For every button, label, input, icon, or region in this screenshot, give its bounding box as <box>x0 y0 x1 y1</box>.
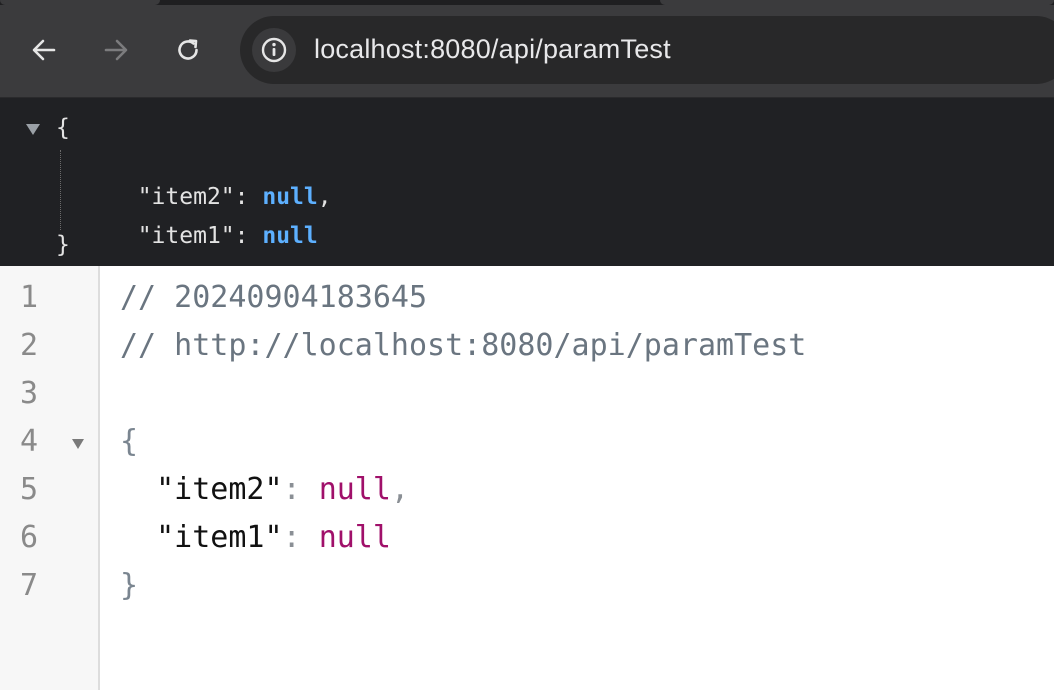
arrow-left-icon <box>32 39 56 61</box>
forward-button[interactable] <box>94 28 138 72</box>
line-number: 4 <box>20 424 39 459</box>
json-value-null: null <box>262 223 318 249</box>
json-key: "item1" <box>137 223 235 249</box>
line-number: 2 <box>20 328 39 363</box>
line-number: 6 <box>20 520 39 555</box>
address-bar[interactable]: localhost:8080/api/paramTest <box>240 16 1054 84</box>
code-key: "item1" <box>156 520 283 555</box>
site-info-button[interactable] <box>252 28 296 72</box>
line-number: 1 <box>20 280 39 315</box>
code-colon: : <box>282 520 319 555</box>
json-colon: : <box>234 223 263 249</box>
code-entry-item1: "item1": null <box>120 514 391 562</box>
info-icon <box>261 37 287 63</box>
browser-toolbar: localhost:8080/api/paramTest <box>0 0 1054 98</box>
code-comment-timestamp: // 20240904183645 <box>120 280 428 315</box>
code-close-brace: } <box>120 568 139 603</box>
collapse-toggle-icon[interactable] <box>26 124 40 135</box>
code-entry-item2: "item2": null, <box>120 466 409 514</box>
code-value-null: null <box>318 520 391 555</box>
reload-button[interactable] <box>166 28 210 72</box>
json-open-brace: { <box>56 115 70 141</box>
code-key: "item2" <box>156 472 283 507</box>
json-entry-item1: "item1": null <box>110 191 318 251</box>
json-comma: , <box>317 184 332 210</box>
tab-strip <box>0 0 1054 5</box>
source-editor[interactable]: 1 2 3 4 5 6 7 // 20240904183645 // http:… <box>0 266 1054 690</box>
code-value-null: null <box>318 472 391 507</box>
indent-guide <box>60 150 61 230</box>
fold-toggle-icon[interactable] <box>72 439 84 449</box>
code-comment-url: // http://localhost:8080/api/paramTest <box>120 328 807 363</box>
line-number: 7 <box>20 568 39 603</box>
line-number-gutter: 1 2 3 4 5 6 7 <box>0 266 100 690</box>
code-comma: , <box>390 472 409 507</box>
url-text[interactable]: localhost:8080/api/paramTest <box>314 34 671 65</box>
line-number: 5 <box>20 472 39 507</box>
back-button[interactable] <box>22 28 66 72</box>
tab-edge-left[interactable] <box>0 0 160 5</box>
line-number: 3 <box>20 376 39 411</box>
arrow-right-icon <box>104 39 128 61</box>
json-close-brace: } <box>56 232 70 258</box>
reload-icon <box>178 39 198 60</box>
tab-edge-right[interactable] <box>660 0 1054 5</box>
code-colon: : <box>282 472 319 507</box>
code-open-brace: { <box>120 424 139 459</box>
